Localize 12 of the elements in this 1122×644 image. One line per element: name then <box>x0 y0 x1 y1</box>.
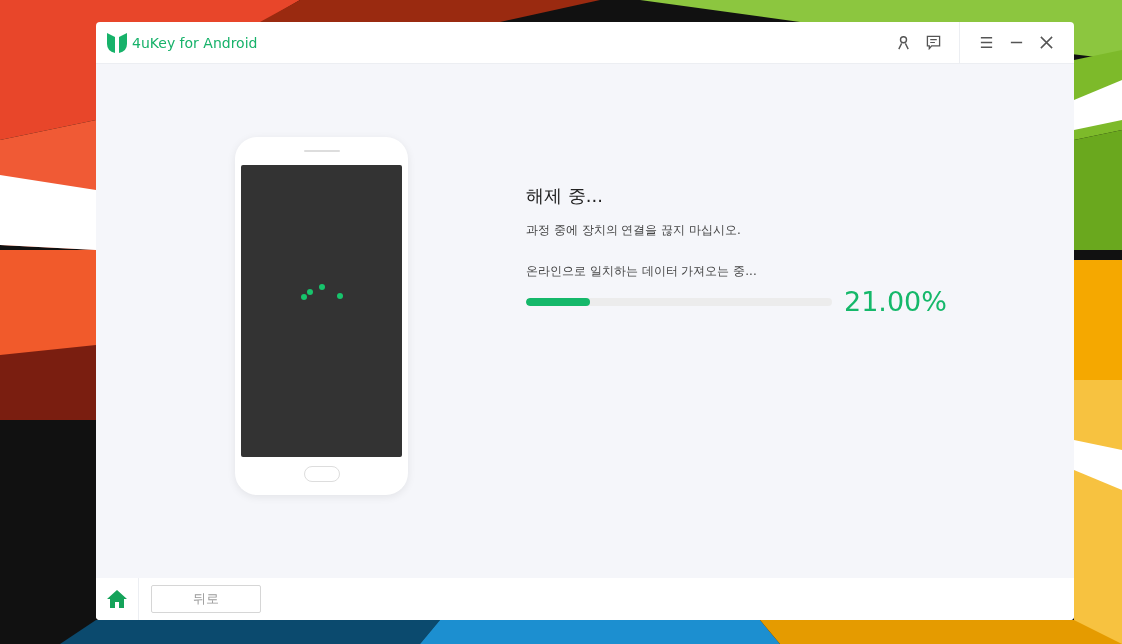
step-text: 온라인으로 일치하는 데이터 가져오는 중... <box>526 263 758 280</box>
logo-icon <box>106 31 128 54</box>
account-icon[interactable] <box>896 35 911 50</box>
status-heading: 해제 중... <box>526 184 604 208</box>
home-icon[interactable] <box>107 590 127 608</box>
menu-icon[interactable] <box>979 35 994 50</box>
feedback-icon[interactable] <box>926 35 941 50</box>
app-title: 4uKey for Android <box>132 34 258 51</box>
close-icon[interactable] <box>1039 35 1054 50</box>
warning-text: 과정 중에 장치의 연결을 끊지 마십시오. <box>526 222 742 239</box>
loading-spinner-icon <box>300 284 343 300</box>
progress-percentage: 21.00% <box>844 286 947 317</box>
